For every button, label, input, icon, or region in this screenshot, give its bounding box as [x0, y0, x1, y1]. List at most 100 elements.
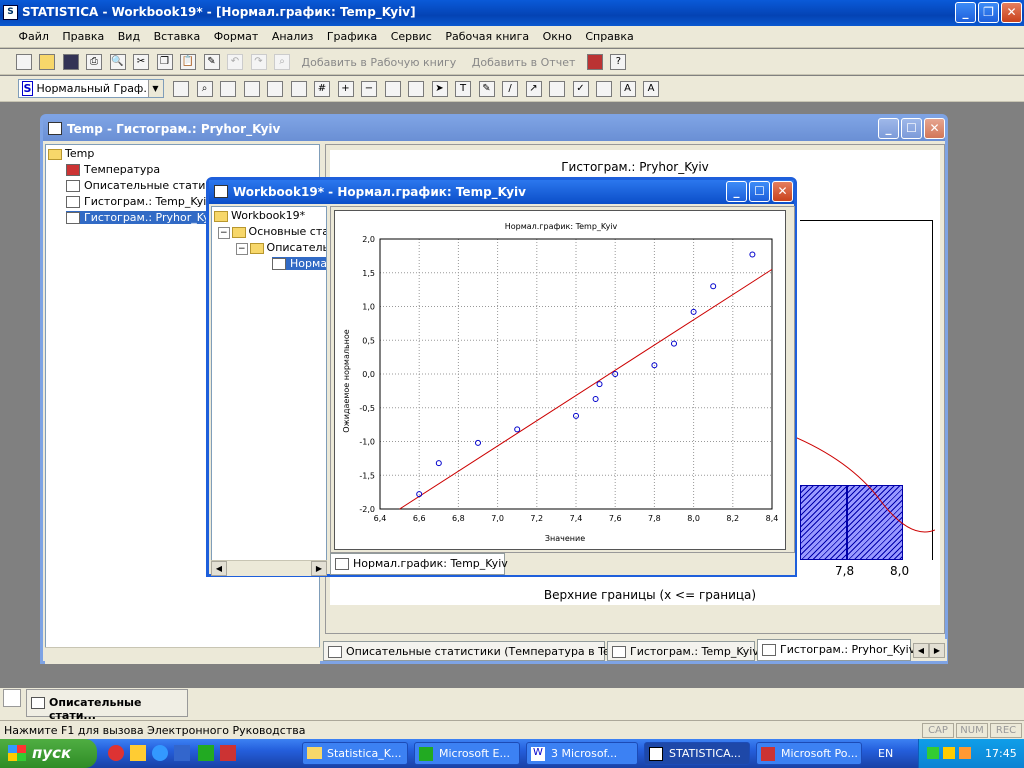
workbook-tree-hscrollbar[interactable]: ◀ ▶	[211, 560, 327, 576]
tree-item-descriptive-folder[interactable]: − Описательн	[236, 241, 326, 255]
draw-arrow-icon[interactable]: ↗	[525, 81, 542, 97]
language-indicator[interactable]: EN	[878, 747, 893, 760]
graph-data-icon[interactable]	[243, 81, 260, 97]
zoom-icon[interactable]: ⌕	[196, 81, 213, 97]
paste-icon[interactable]: 📋	[180, 54, 196, 70]
check-icon[interactable]: ✓	[572, 81, 589, 97]
menu-graphics[interactable]: Графика	[322, 26, 382, 43]
text-tool-icon[interactable]: T	[455, 81, 471, 97]
y-tick-label: 0,0	[362, 370, 375, 379]
menu-tools[interactable]: Сервис	[386, 26, 437, 43]
tray-icon[interactable]	[943, 747, 955, 759]
menu-analysis[interactable]: Анализ	[267, 26, 319, 43]
front-minimize-button[interactable]: _	[726, 181, 747, 202]
tab-scroll-right-icon[interactable]: ▶	[929, 643, 945, 658]
graph-type-select[interactable]: S Нормальный Граф... ▼	[17, 79, 164, 98]
window-list-icon[interactable]	[3, 689, 21, 707]
front-maximize-button[interactable]: ☐	[749, 181, 770, 202]
tab-hist-pryhor[interactable]: Гистограм.: Pryhor_Kyiv	[757, 639, 915, 661]
tree-item-hist-pryhor[interactable]: Гистограм.: Pryhor_Kyiv	[66, 211, 220, 224]
tree-item-hist-temp[interactable]: Гистограм.: Temp_Kyiv	[66, 195, 213, 208]
collapse-icon[interactable]: −	[218, 227, 230, 239]
network-icon[interactable]	[927, 747, 939, 759]
collapse-icon[interactable]: −	[236, 243, 248, 255]
quicklaunch-icon[interactable]	[108, 745, 124, 761]
menu-window[interactable]: Окно	[538, 26, 577, 43]
tray-icon[interactable]	[959, 747, 971, 759]
zoom-in-icon[interactable]: +	[337, 81, 354, 97]
front-close-button[interactable]: ✕	[772, 181, 793, 202]
help-pointer-icon[interactable]: ?	[610, 54, 627, 70]
back-close-button[interactable]: ✕	[924, 118, 945, 139]
data-point	[514, 426, 521, 433]
save-icon[interactable]	[62, 54, 79, 70]
zoom-out-icon[interactable]: −	[361, 81, 377, 97]
tree-item-normal-plot[interactable]: Нормал	[272, 257, 326, 270]
redo-icon[interactable]: ↷	[250, 54, 267, 70]
find-icon[interactable]: ⌕	[274, 54, 290, 70]
font-size-down-icon[interactable]: A	[643, 81, 659, 97]
menu-workbook[interactable]: Рабочая книга	[440, 26, 534, 43]
tree-hscrollbar[interactable]	[45, 647, 320, 664]
menu-file[interactable]: Файл	[14, 26, 54, 43]
menu-insert[interactable]: Вставка	[149, 26, 206, 43]
grid-icon[interactable]: #	[314, 81, 330, 97]
restore-button[interactable]: ❐	[978, 2, 999, 23]
num-indicator: NUM	[956, 723, 988, 738]
tree-root-temp[interactable]: Temp	[48, 147, 94, 160]
scroll-left-icon[interactable]: ◀	[211, 561, 227, 576]
start-button[interactable]: пуск	[0, 739, 97, 768]
powerpoint-icon[interactable]	[220, 745, 236, 761]
zoom-reset-icon[interactable]	[408, 81, 424, 97]
menu-edit[interactable]: Правка	[57, 26, 109, 43]
menu-help[interactable]: Справка	[580, 26, 638, 43]
cut-icon[interactable]: ✂	[133, 54, 149, 70]
graph-options-icon[interactable]	[173, 81, 189, 97]
graph-layout-icon[interactable]	[290, 81, 307, 97]
minimize-button[interactable]: _	[955, 2, 976, 23]
print-preview-icon[interactable]: 🔍	[109, 54, 126, 70]
menu-format[interactable]: Формат	[209, 26, 264, 43]
taskbar-button-folder[interactable]: Statistica_K...	[302, 742, 408, 765]
tree-item-temperature[interactable]: Температура	[66, 163, 160, 176]
draw-icon[interactable]: ✎	[478, 81, 495, 97]
tab-normal-plot[interactable]: Нормал.график: Temp_Kyiv	[330, 553, 508, 575]
graph-fit-icon[interactable]	[267, 81, 283, 97]
taskbar-button-statistica[interactable]: STATISTICA...	[644, 742, 750, 765]
brushing-icon[interactable]	[220, 81, 236, 97]
brush-icon[interactable]	[549, 81, 565, 97]
lock-icon[interactable]	[596, 81, 612, 97]
font-size-up-icon[interactable]: A	[619, 81, 636, 97]
menu-view[interactable]: Вид	[113, 26, 145, 43]
back-maximize-button[interactable]: ☐	[901, 118, 922, 139]
zoom-pan-icon[interactable]	[384, 81, 401, 97]
taskbar-button-excel[interactable]: Microsoft E...	[414, 742, 520, 765]
close-button[interactable]: ✕	[1001, 2, 1022, 23]
add-to-report-button[interactable]: Добавить в Отчет	[472, 56, 576, 69]
pointer-icon[interactable]: ➤	[431, 81, 448, 97]
book-icon[interactable]	[586, 54, 603, 70]
new-icon[interactable]	[15, 54, 32, 70]
back-minimize-button[interactable]: _	[878, 118, 899, 139]
tab-scroll-left-icon[interactable]: ◀	[913, 643, 929, 658]
minimized-window-button[interactable]: Описательные стати...	[26, 689, 188, 722]
print-icon[interactable]: ⎙	[86, 54, 102, 70]
tree-root-workbook[interactable]: Workbook19*	[214, 209, 305, 222]
open-icon[interactable]	[39, 54, 55, 70]
excel-icon[interactable]	[198, 745, 214, 761]
format-painter-icon[interactable]: ✎	[203, 54, 220, 70]
quicklaunch-icon[interactable]	[130, 745, 146, 761]
ie-icon[interactable]	[152, 745, 168, 761]
taskbar-button-powerpoint[interactable]: Microsoft Po...	[756, 742, 862, 765]
tree-item-basic-stats[interactable]: − Основные стат	[218, 225, 326, 239]
copy-icon[interactable]: ❐	[156, 54, 173, 70]
statistica-app-icon[interactable]: S	[3, 5, 18, 20]
scroll-right-icon[interactable]: ▶	[311, 561, 327, 576]
taskbar-button-word[interactable]: W 3 Microsof...	[526, 742, 638, 765]
undo-icon[interactable]: ↶	[227, 54, 243, 70]
quicklaunch-icon[interactable]	[174, 745, 190, 761]
add-to-workbook-button[interactable]: Добавить в Рабочую книгу	[302, 56, 457, 69]
tab-hist-temp[interactable]: Гистограм.: Temp_Kyiv	[607, 641, 759, 661]
tab-descriptive[interactable]: Описательные статистики (Температура в T…	[323, 641, 632, 661]
draw-line-icon[interactable]: /	[502, 81, 518, 97]
